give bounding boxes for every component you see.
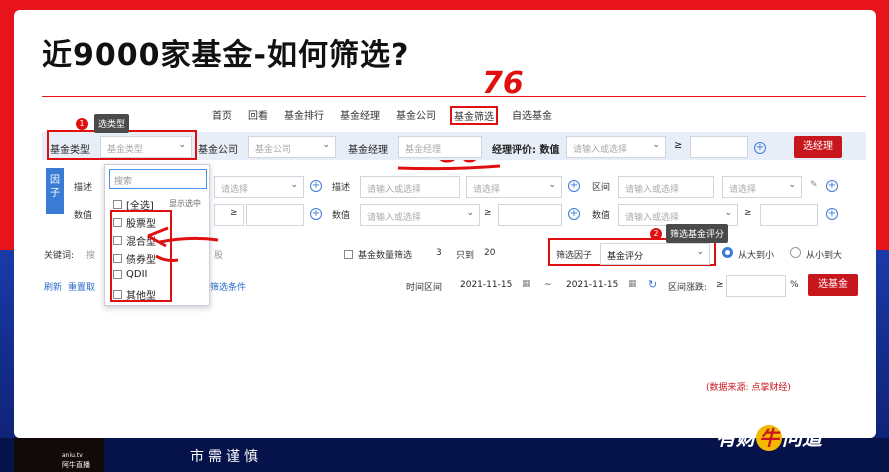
show-logo: 有财牛问道 bbox=[716, 422, 822, 451]
arrow-head bbox=[147, 226, 169, 248]
mark-stroke bbox=[155, 254, 179, 262]
logo-url: aniu.tv bbox=[62, 452, 83, 459]
ticker-text: 市需谨慎 bbox=[190, 449, 262, 465]
logo-part-c: 问道 bbox=[782, 426, 822, 450]
aniu-logo: 阿牛直播 bbox=[14, 438, 104, 472]
logo-text: 阿牛直播 bbox=[62, 461, 90, 469]
logo-part-a: 有财 bbox=[716, 426, 756, 450]
handwriting-overlay bbox=[147, 164, 501, 262]
logo-part-b: 牛 bbox=[756, 425, 782, 451]
underline-stroke bbox=[397, 164, 501, 171]
arrow-stroke bbox=[159, 236, 219, 244]
